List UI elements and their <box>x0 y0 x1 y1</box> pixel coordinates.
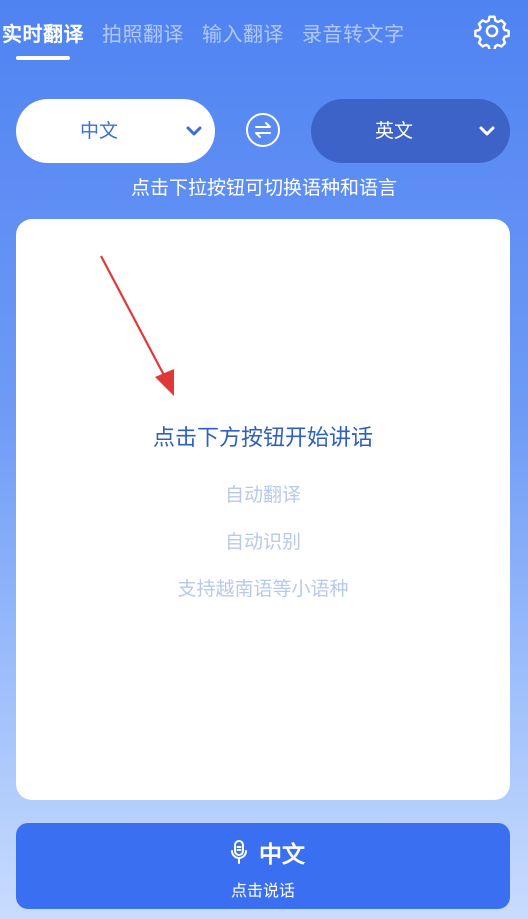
swap-icon[interactable] <box>245 112 281 148</box>
microphone-icon <box>231 840 247 864</box>
speak-button[interactable]: 中文 点击说话 <box>16 823 510 909</box>
source-language-select[interactable]: 中文 <box>16 99 215 163</box>
tab-realtime-translate[interactable]: 实时翻译 <box>2 18 84 47</box>
chevron-down-icon <box>186 126 202 136</box>
speak-button-language: 中文 <box>259 842 305 868</box>
transcript-card: 点击下方按钮开始讲话 自动翻译 自动识别 支持越南语等小语种 <box>16 219 510 800</box>
feature-auto-detect: 自动识别 <box>224 531 301 553</box>
annotation-arrow <box>100 255 174 396</box>
tab-recording-to-text[interactable]: 录音转文字 <box>302 18 405 47</box>
feature-auto-translate: 自动翻译 <box>224 484 301 506</box>
chevron-down-icon <box>479 126 495 136</box>
language-selector-row: 中文 英文 <box>16 99 510 163</box>
tab-bar: 实时翻译 拍照翻译 输入翻译 录音转文字 <box>0 18 528 58</box>
target-language-label: 英文 <box>374 120 413 142</box>
language-switch-hint: 点击下拉按钮可切换语种和语言 <box>130 177 397 199</box>
tab-input-translate[interactable]: 输入翻译 <box>202 18 284 47</box>
gear-icon[interactable] <box>474 13 510 49</box>
tab-photo-translate[interactable]: 拍照翻译 <box>102 18 184 47</box>
source-language-label: 中文 <box>79 120 118 142</box>
start-speaking-prompt: 点击下方按钮开始讲话 <box>152 426 373 451</box>
feature-minor-languages: 支持越南语等小语种 <box>177 578 349 600</box>
speak-button-label: 点击说话 <box>230 881 295 900</box>
target-language-select[interactable]: 英文 <box>311 99 510 163</box>
active-tab-indicator <box>16 56 70 60</box>
